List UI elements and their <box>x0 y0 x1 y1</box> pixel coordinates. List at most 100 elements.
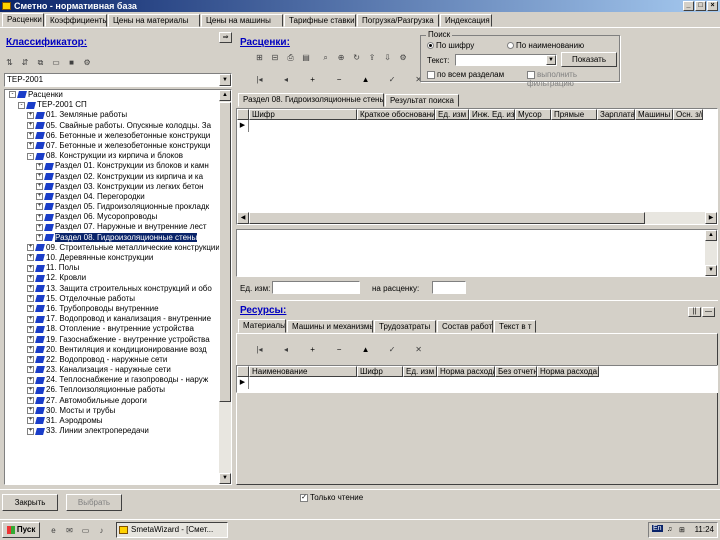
scroll-thumb[interactable] <box>219 102 231 402</box>
first-record-icon[interactable]: |◂ <box>254 74 265 85</box>
outlook-icon[interactable]: ✉ <box>64 525 75 536</box>
expand-toggle-icon[interactable]: + <box>27 335 34 343</box>
expand-toggle-icon[interactable]: + <box>36 203 43 211</box>
res-tab-machines[interactable]: Машины и механизмы <box>287 320 373 333</box>
apply-button[interactable]: Выбрать <box>66 494 122 511</box>
res-tab-text[interactable]: Текст в т <box>494 320 536 333</box>
rates-column-header[interactable]: Зарплата <box>597 109 635 120</box>
tree-item[interactable]: +26. Теплоизоляционные работы <box>5 385 220 395</box>
resources-column-header[interactable]: Шифр <box>357 366 403 377</box>
tree-item[interactable]: + Раздел 06. Мусоропроводы <box>5 212 220 222</box>
rates-column-header[interactable]: Осн. з/п <box>673 109 703 120</box>
rates-column-header[interactable]: Ед. изм <box>435 109 469 120</box>
expand-toggle-icon[interactable]: + <box>27 417 34 425</box>
tree-item[interactable]: + Раздел 08. Гидроизоляционные стены <box>5 232 220 243</box>
network-icon[interactable]: ⊞ <box>679 526 685 534</box>
tab-coefficients[interactable]: Коэффициенты <box>45 14 107 27</box>
expand-toggle-icon[interactable]: + <box>27 427 34 435</box>
per-rate-field[interactable] <box>432 281 466 294</box>
check-filter[interactable]: выполнить фильтрацию <box>527 70 619 88</box>
tree-item[interactable]: +05. Свайные работы. Опускные колодцы. З… <box>5 121 220 131</box>
expand-toggle-icon[interactable]: + <box>27 397 34 405</box>
tab-machine-prices[interactable]: Цены на машины <box>201 14 283 27</box>
tree-item[interactable]: +23. Канализация - наружные сети <box>5 365 220 375</box>
refresh-icon[interactable]: ↻ <box>351 52 362 63</box>
hscroll-thumb[interactable] <box>249 212 645 224</box>
rates-hscrollbar[interactable]: ◀ ▶ <box>237 212 717 224</box>
expand-toggle-icon[interactable]: + <box>27 142 34 150</box>
tree-item[interactable]: + Раздел 02. Конструкции из кирпича и ка <box>5 172 220 182</box>
split-view-button[interactable]: || <box>688 307 701 317</box>
expand-toggle-icon[interactable]: + <box>36 183 43 191</box>
expand-toggle-icon[interactable]: + <box>27 244 34 252</box>
expand-toggle-icon[interactable]: + <box>36 223 43 231</box>
expand-toggle-icon[interactable]: + <box>27 264 34 272</box>
tab-material-prices[interactable]: Цены на материалы <box>108 14 200 27</box>
tree-item[interactable]: +27. Автомобильные дороги <box>5 396 220 406</box>
find-icon[interactable]: ⌕ <box>320 52 331 63</box>
export-icon[interactable]: ⇪ <box>367 52 378 63</box>
cancel-record-icon[interactable]: ✕ <box>413 344 424 355</box>
first-record-icon[interactable]: |◂ <box>254 344 265 355</box>
expand-toggle-icon[interactable]: + <box>36 162 43 170</box>
tree-item[interactable]: +20. Вентиляция и кондиционирование возд <box>5 345 220 355</box>
prev-record-icon[interactable]: ◂ <box>281 344 292 355</box>
scroll-up-icon[interactable]: ▲ <box>705 230 717 241</box>
up-record-icon[interactable]: ▲ <box>360 74 371 85</box>
show-button[interactable]: Показать <box>561 52 617 67</box>
tree-item[interactable]: +22. Водопровод - наружные сети <box>5 355 220 365</box>
check-all-sections[interactable]: по всем разделам <box>427 70 504 79</box>
expand-toggle-icon[interactable]: + <box>27 132 34 140</box>
resources-column-header[interactable]: Наименование <box>249 366 357 377</box>
tree-item[interactable]: + Раздел 05. Гидроизоляционные прокладк <box>5 202 220 212</box>
add-record-icon[interactable]: + <box>307 344 318 355</box>
tab-indexation[interactable]: Индексация <box>440 14 492 27</box>
collapse-toggle-icon[interactable]: - <box>27 152 34 160</box>
res-tab-materials[interactable]: Материалы <box>238 319 286 333</box>
calc-icon[interactable]: ⊕ <box>336 52 347 63</box>
tree-item[interactable]: +10. Деревянные конструкции <box>5 253 220 263</box>
radio-by-code[interactable]: По шифру <box>427 41 474 50</box>
media-icon[interactable]: ♪ <box>96 525 107 536</box>
tree-item[interactable]: +19. Газоснабжение - внутренние устройст… <box>5 335 220 345</box>
expand-toggle-icon[interactable]: + <box>27 407 34 415</box>
close-button[interactable]: × <box>707 1 718 11</box>
scroll-up-icon[interactable]: ▲ <box>219 90 231 101</box>
speaker-icon[interactable]: ♫ <box>667 526 672 533</box>
scroll-right-icon[interactable]: ▶ <box>705 212 717 224</box>
unit-field[interactable] <box>272 281 360 294</box>
tree-item[interactable]: - 08. Конструкции из кирпича и блоков <box>5 151 220 161</box>
rate-text-memo[interactable]: ▲ ▼ <box>236 229 718 277</box>
import-icon[interactable]: ⇩ <box>382 52 393 63</box>
rates-column-header[interactable]: Краткое обоснование <box>357 109 435 120</box>
readonly-check[interactable]: ✓ Только чтение <box>300 493 363 502</box>
tree-item[interactable]: +31. Аэродромы <box>5 416 220 426</box>
scroll-down-icon[interactable]: ▼ <box>219 473 231 484</box>
chevron-down-icon[interactable]: ▼ <box>546 55 556 65</box>
search-text-input[interactable]: ▼ <box>455 54 557 66</box>
up-record-icon[interactable]: ▲ <box>360 344 371 355</box>
resources-column-header[interactable]: Норма расхода в <box>537 366 599 377</box>
sort-icon[interactable]: ⊟ <box>270 52 281 63</box>
expand-toggle-icon[interactable]: + <box>27 325 34 333</box>
tree-item[interactable]: + Раздел 01. Конструкции из блоков и камн <box>5 161 220 171</box>
expand-toggle-icon[interactable]: + <box>27 356 34 364</box>
radio-by-name[interactable]: По наименованию <box>507 41 584 50</box>
add-record-icon[interactable]: + <box>307 74 318 85</box>
view-icon[interactable]: ▤ <box>301 52 312 63</box>
delete-record-icon[interactable]: − <box>334 74 345 85</box>
classifier-combo[interactable]: ТЕР-2001 ▼ <box>4 73 232 87</box>
expand-icon[interactable]: ⇅ <box>4 57 15 68</box>
tree-item[interactable]: +07. Бетонные и железобетонные конструкц… <box>5 141 220 151</box>
tree-item[interactable]: +06. Бетонные и железобетонные конструкц… <box>5 131 220 141</box>
start-button[interactable]: Пуск <box>2 522 40 538</box>
minimize-panel-button[interactable]: — <box>702 307 715 317</box>
tree-item[interactable]: +13. Защита строительных конструкций и о… <box>5 284 220 294</box>
subtab-search-result[interactable]: Результат поиска <box>385 94 459 107</box>
res-tab-works[interactable]: Состав работ <box>437 320 493 333</box>
tree-item[interactable]: + Раздел 03. Конструкции из легких бетон <box>5 182 220 192</box>
scroll-down-icon[interactable]: ▼ <box>705 265 717 276</box>
task-smetawizard[interactable]: SmetaWizard - [Смет... <box>116 522 228 538</box>
collapse-toggle-icon[interactable]: - <box>18 101 25 109</box>
resources-column-header[interactable]: Норма расхода <box>437 366 495 377</box>
